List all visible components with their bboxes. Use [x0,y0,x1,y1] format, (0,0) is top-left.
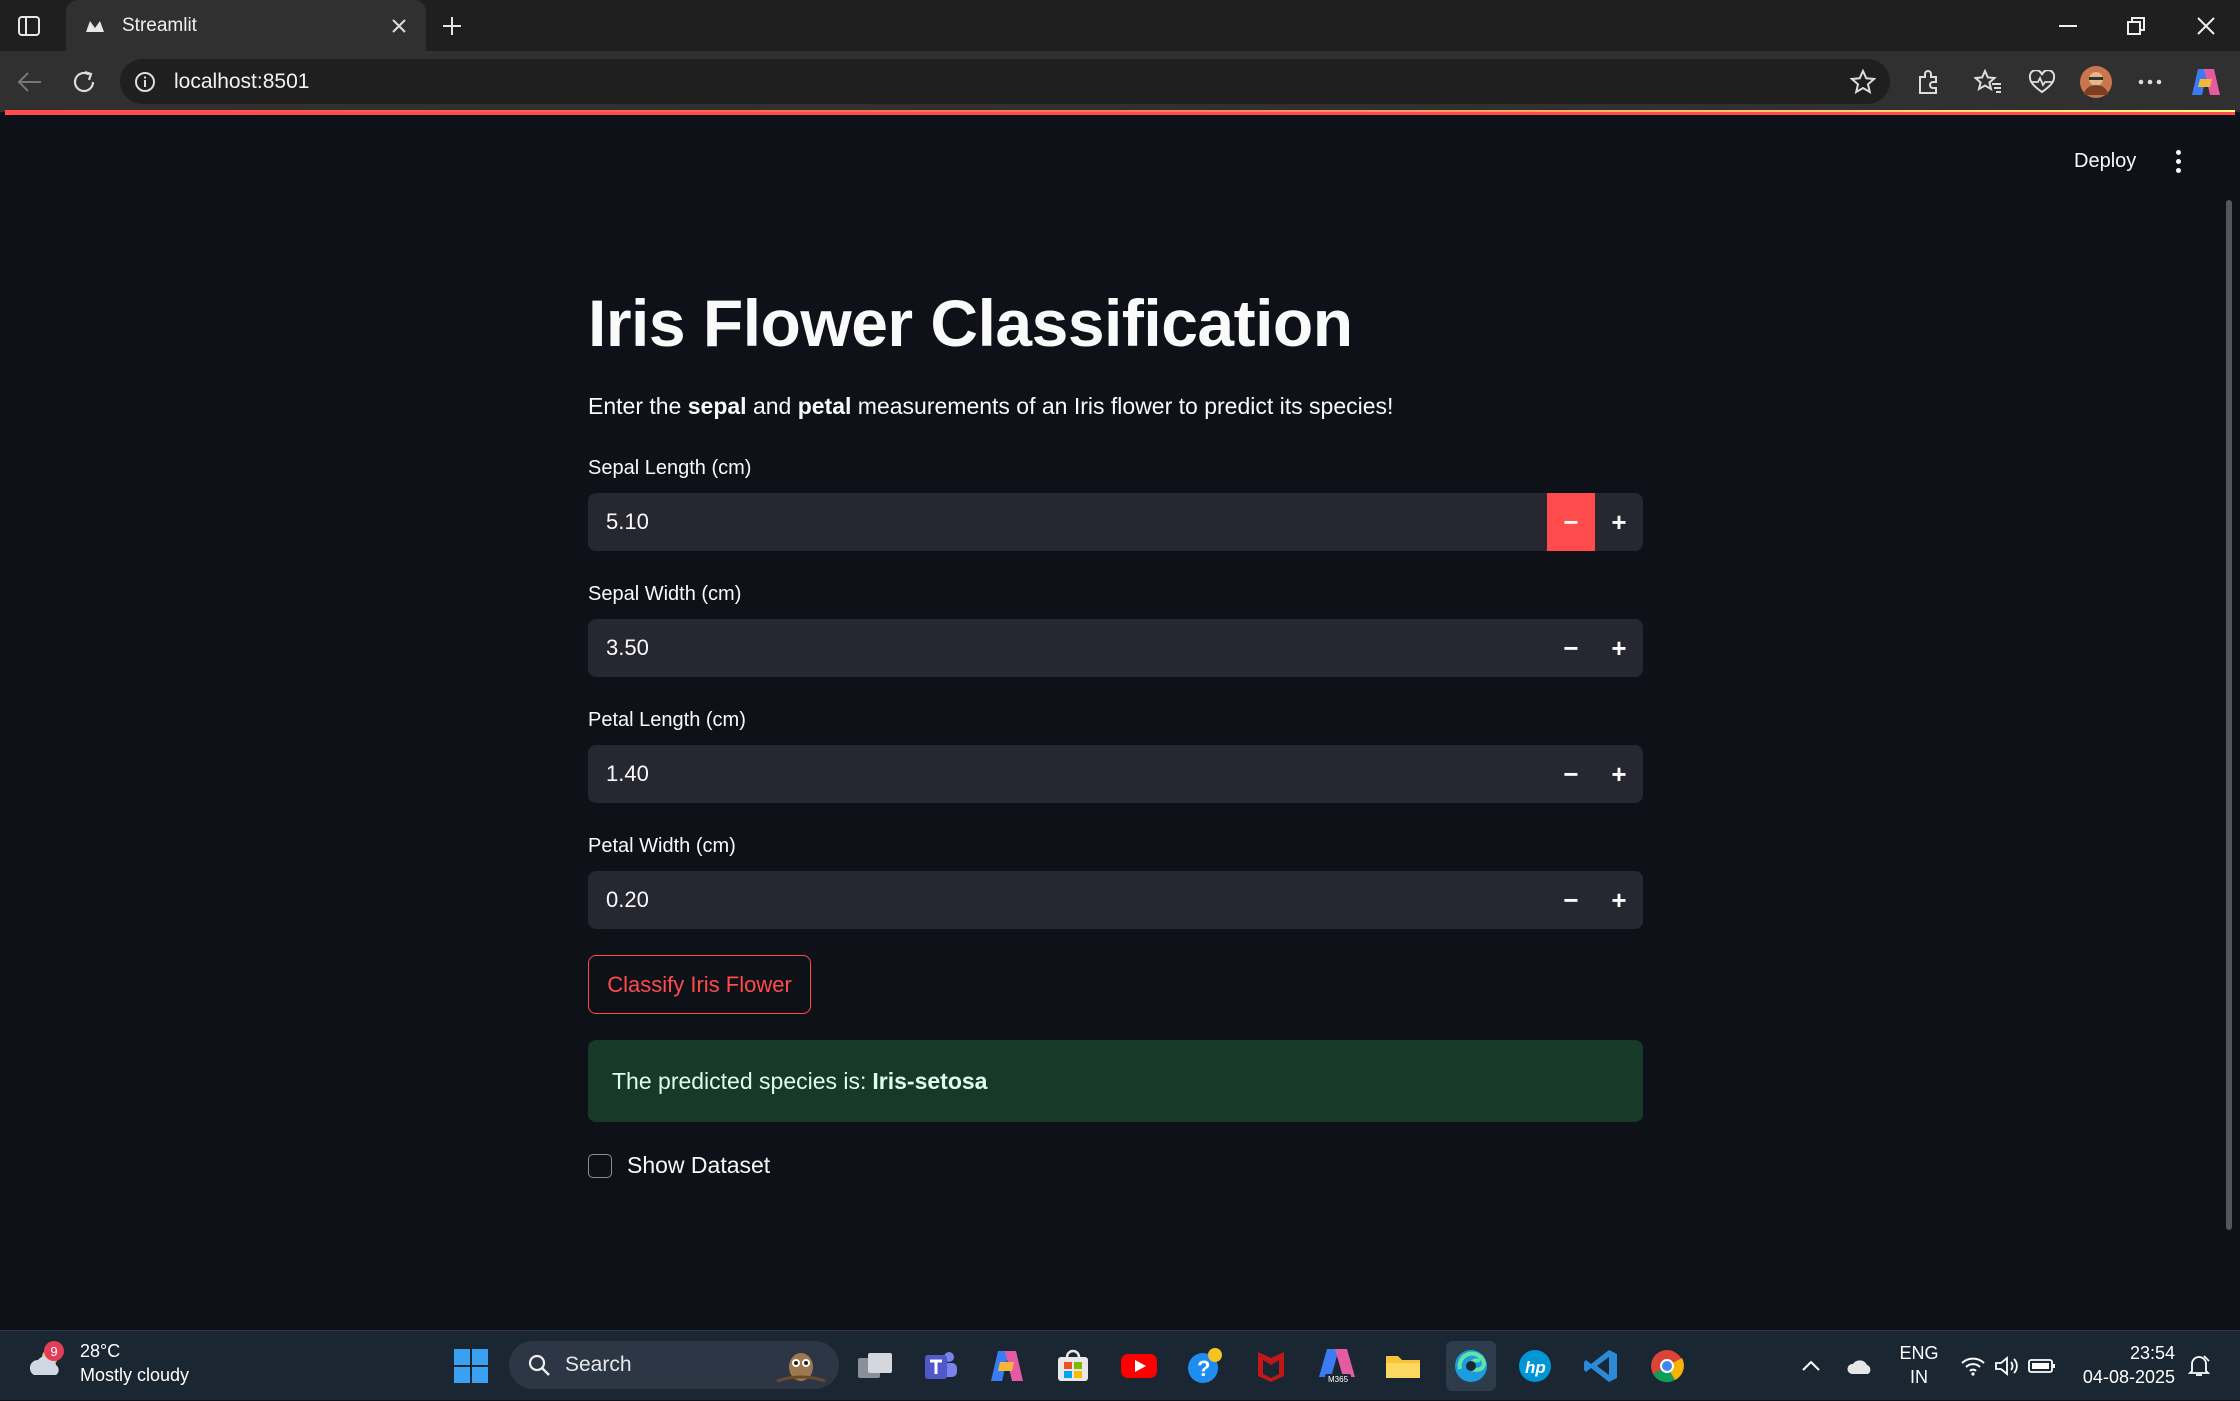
health-heart-icon[interactable] [2026,66,2058,98]
intro-part: Enter the [588,393,688,419]
predicted-species: Iris-setosa [872,1067,988,1094]
close-tab-icon[interactable] [386,13,412,39]
main-menu-icon[interactable] [2165,146,2191,176]
search-placeholder: Search [565,1353,632,1376]
address-bar[interactable]: localhost:8501 [120,59,1890,104]
sidebar-toggle-icon[interactable] [14,11,44,41]
battery-icon[interactable] [2026,1331,2058,1401]
microsoft-store-icon[interactable] [1050,1343,1096,1389]
teams-icon[interactable] [918,1343,964,1389]
page-scrollbar[interactable] [2226,200,2232,1230]
onedrive-cloud-icon[interactable] [1844,1331,1876,1401]
site-info-icon[interactable] [134,71,156,93]
owl-search-highlight-icon [776,1353,826,1383]
temperature: 28°C [80,1341,121,1361]
prediction-success-alert: The predicted species is: Iris-setosa [588,1040,1643,1122]
more-options-icon[interactable] [2134,66,2166,98]
input-language-indicator[interactable]: ENG IN [1896,1341,1942,1389]
petal-width-number-input: − + [588,871,1643,929]
show-hidden-icons-chevron-icon[interactable] [1796,1331,1826,1401]
page-title: Iris Flower Classification [588,286,1353,360]
windows-start-icon[interactable] [448,1343,494,1389]
youtube-icon[interactable] [1116,1343,1162,1389]
svg-text:M365: M365 [1328,1375,1349,1384]
checkbox-box[interactable] [588,1153,612,1178]
language-code: ENG [1899,1343,1939,1363]
sepal-width-increment-button[interactable]: + [1595,619,1643,677]
new-tab-icon[interactable] [436,10,468,42]
petal-width-label: Petal Width (cm) [588,835,736,857]
petal-length-number-input: − + [588,745,1643,803]
petal-length-increment-button[interactable]: + [1595,745,1643,803]
notifications-bell-icon[interactable] [2184,1331,2214,1401]
prediction-prefix: The predicted species is: [612,1067,867,1094]
sepal-length-increment-button[interactable]: + [1595,493,1643,551]
petal-width-increment-button[interactable]: + [1595,871,1643,929]
svg-text:hp: hp [1525,1358,1546,1377]
sepal-width-decrement-button[interactable]: − [1547,619,1595,677]
sepal-width-label: Sepal Width (cm) [588,583,742,605]
file-explorer-icon[interactable] [1380,1343,1426,1389]
copilot-app-icon[interactable] [984,1343,1030,1389]
edge-icon[interactable] [1446,1341,1496,1391]
favorites-icon[interactable] [1972,66,2004,98]
tab-title: Streamlit [122,14,197,36]
url-text: localhost:8501 [174,69,310,93]
petal-width-field[interactable] [588,871,1546,929]
m365-icon[interactable]: M365 [1314,1343,1360,1389]
region-code: IN [1910,1367,1928,1387]
restore-window-icon[interactable] [2102,0,2170,51]
volume-icon[interactable] [1992,1331,2022,1401]
windows-taskbar: 9 28°C Mostly cloudy Search ? M365 hp EN… [0,1330,2240,1400]
vscode-icon[interactable] [1578,1343,1624,1389]
profile-avatar[interactable] [2078,64,2114,100]
mcafee-icon[interactable] [1248,1343,1294,1389]
petal-length-field[interactable] [588,745,1546,803]
weather-alert-badge: 9 [44,1341,64,1361]
close-window-icon[interactable] [2172,0,2240,51]
sepal-width-field[interactable] [588,619,1546,677]
chrome-icon[interactable] [1644,1343,1690,1389]
clock-time: 23:54 [2129,1343,2175,1363]
clock-date: 04-08-2025 [2082,1367,2175,1387]
weather-description: Mostly cloudy [80,1365,190,1385]
browser-toolbar: localhost:8501 [0,51,2240,112]
intro-part: and [746,393,798,419]
classify-button[interactable]: Classify Iris Flower [588,955,811,1014]
sepal-length-label: Sepal Length (cm) [588,457,752,479]
streamlit-favicon-icon [84,15,106,37]
browser-tab-bar: Streamlit [0,0,2240,51]
deploy-button[interactable]: Deploy [2074,150,2136,173]
intro-bold-sepal: sepal [687,393,747,419]
wifi-icon[interactable] [1958,1331,1988,1401]
show-dataset-checkbox[interactable]: Show Dataset [588,1152,770,1179]
intro-part: measurements of an Iris flower to predic… [851,393,1394,419]
petal-width-decrement-button[interactable]: − [1547,871,1595,929]
extensions-icon[interactable] [1912,66,1944,98]
intro-bold-petal: petal [797,393,852,419]
intro-text: Enter the sepal and petal measurements o… [588,393,1393,420]
minimize-window-icon[interactable] [2034,0,2102,51]
copilot-icon[interactable] [2190,66,2222,98]
browser-tab[interactable]: Streamlit [66,0,426,51]
show-dataset-label: Show Dataset [627,1152,771,1178]
sepal-length-field[interactable] [588,493,1546,551]
sepal-length-number-input: − + [588,493,1643,551]
petal-length-decrement-button[interactable]: − [1547,745,1595,803]
back-arrow-icon[interactable] [14,66,46,98]
refresh-icon[interactable] [68,66,100,98]
search-icon [528,1354,550,1376]
taskbar-search-box[interactable]: Search [509,1341,839,1389]
sepal-width-number-input: − + [588,619,1643,677]
favorite-star-icon[interactable] [1850,69,1876,95]
sepal-length-decrement-button[interactable]: − [1547,493,1595,551]
get-help-icon[interactable]: ? [1182,1343,1228,1389]
svg-text:?: ? [1197,1356,1210,1381]
hp-icon[interactable]: hp [1512,1343,1558,1389]
weather-widget[interactable]: 9 28°C Mostly cloudy [26,1339,189,1387]
petal-length-label: Petal Length (cm) [588,709,746,731]
system-clock[interactable]: 23:54 04-08-2025 [2075,1341,2175,1389]
task-view-icon[interactable] [852,1343,898,1389]
